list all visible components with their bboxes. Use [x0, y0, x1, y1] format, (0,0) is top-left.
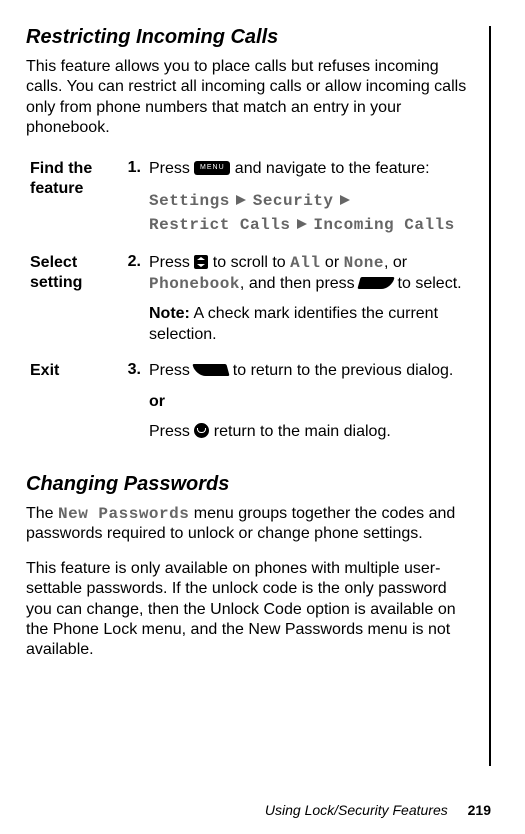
arrow-icon: [297, 219, 307, 229]
text: Press: [149, 160, 194, 177]
note-text: A check mark identifies the current sele…: [149, 305, 438, 342]
step-number: 2.: [121, 247, 145, 355]
menu-key-icon: MENU: [194, 161, 230, 175]
text: Press: [149, 423, 194, 440]
step-row-2: Select setting 2. Press to scroll to All…: [26, 247, 473, 355]
step-row-1: Find the feature 1. Press MENU and navig…: [26, 153, 473, 247]
step-label: Select setting: [26, 247, 121, 355]
text: return to the main dialog.: [209, 423, 390, 440]
page-number: 219: [468, 802, 491, 818]
menu-name-new-passwords: New Passwords: [58, 505, 189, 523]
text: , or: [384, 254, 407, 271]
text: The: [26, 505, 58, 522]
path-settings: Settings: [149, 192, 230, 210]
scroll-key-icon: [194, 255, 208, 269]
option-all: All: [290, 254, 320, 272]
text: to select.: [393, 275, 461, 292]
step-description: Press to scroll to All or None, or Phone…: [145, 247, 473, 355]
footer-text: Using Lock/Security Features: [265, 802, 448, 818]
step-row-3: Exit 3. Press to return to the previous …: [26, 355, 473, 452]
note-label: Note:: [149, 305, 190, 322]
arrow-icon: [236, 195, 246, 205]
nav-path: Settings Security Restrict Calls Incomin…: [149, 189, 469, 237]
text: or: [320, 254, 343, 271]
steps-table: Find the feature 1. Press MENU and navig…: [26, 153, 473, 453]
step-number: 3.: [121, 355, 145, 452]
text: and navigate to the feature:: [230, 160, 429, 177]
step-label: Find the feature: [26, 153, 121, 247]
step-description: Press to return to the previous dialog. …: [145, 355, 473, 452]
soft-key-right-icon: [358, 277, 395, 289]
path-restrict: Restrict Calls: [149, 216, 290, 234]
text: to scroll to: [208, 254, 290, 271]
arrow-icon: [340, 195, 350, 205]
intro-paragraph: This feature allows you to place calls b…: [26, 57, 473, 139]
option-none: None: [344, 254, 384, 272]
section-title-passwords: Changing Passwords: [26, 473, 473, 496]
path-incoming: Incoming Calls: [313, 216, 454, 234]
text: , and then press: [240, 275, 359, 292]
passwords-paragraph-1: The New Passwords menu groups together t…: [26, 504, 473, 545]
option-phonebook: Phonebook: [149, 275, 240, 293]
step-label: Exit: [26, 355, 121, 452]
path-security: Security: [253, 192, 334, 210]
end-key-icon: [194, 423, 209, 438]
step-number: 1.: [121, 153, 145, 247]
page-footer: Using Lock/Security Features 219: [265, 802, 491, 818]
section-title-restricting: Restricting Incoming Calls: [26, 26, 473, 49]
text: Press: [149, 254, 194, 271]
step-description: Press MENU and navigate to the feature: …: [145, 153, 473, 247]
text: to return to the previous dialog.: [228, 362, 453, 379]
text: Press: [149, 362, 194, 379]
or-separator: or: [149, 392, 469, 412]
note-block: Note: A check mark identifies the curren…: [149, 304, 469, 345]
soft-key-left-icon: [193, 364, 230, 376]
passwords-paragraph-2: This feature is only available on phones…: [26, 559, 473, 661]
